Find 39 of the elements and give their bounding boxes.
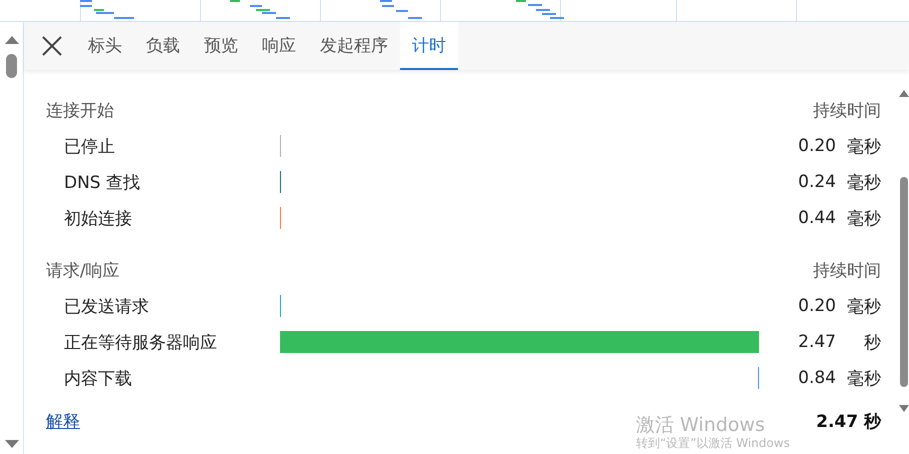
section-title: 连接开始 — [46, 100, 114, 122]
activation-notice: 激活 Windows — [636, 414, 766, 436]
scrollbar-thumb[interactable] — [900, 177, 908, 387]
tab[interactable]: 计时 — [400, 22, 458, 70]
duration-unit: 毫秒 — [846, 208, 881, 230]
tab[interactable]: 预览 — [192, 22, 250, 70]
close-icon[interactable] — [42, 36, 62, 56]
timing-label: 正在等待服务器响应 — [63, 332, 218, 354]
scroll-down-icon[interactable] — [898, 405, 908, 412]
scroll-up-icon[interactable] — [4, 36, 18, 44]
tab[interactable]: 标头 — [76, 22, 134, 70]
timing-label: 已停止 — [63, 136, 116, 158]
timing-label: DNS 查找 — [63, 172, 142, 194]
duration-value: 0.84 — [797, 368, 836, 388]
scroll-down-icon[interactable] — [4, 440, 18, 448]
tab[interactable]: 响应 — [250, 22, 308, 70]
duration-unit: 毫秒 — [846, 136, 881, 158]
duration-value: 0.20 — [797, 136, 836, 156]
timing-label: 内容下载 — [63, 368, 133, 390]
explain-link[interactable]: 解释 — [46, 410, 80, 433]
duration-unit: 秒 — [863, 332, 881, 354]
tab[interactable]: 发起程序 — [308, 22, 400, 70]
scrollbar-thumb[interactable] — [6, 54, 17, 78]
duration-value: 2.47 — [797, 332, 836, 352]
column-heading: 持续时间 — [813, 260, 881, 282]
total-duration: 2.47 秒 — [816, 411, 881, 433]
activation-hint: 转到“设置”以激活 Windows — [636, 436, 790, 450]
timing-label: 已发送请求 — [63, 296, 150, 318]
section-title: 请求/响应 — [46, 260, 120, 282]
duration-value: 0.44 — [797, 208, 836, 228]
duration-value: 0.24 — [797, 172, 836, 192]
duration-unit: 毫秒 — [846, 296, 881, 318]
duration-value: 0.20 — [797, 296, 836, 316]
timing-label: 初始连接 — [63, 208, 133, 230]
duration-unit: 毫秒 — [846, 172, 881, 194]
scroll-up-icon[interactable] — [898, 90, 908, 97]
column-heading: 持续时间 — [813, 100, 881, 122]
tab[interactable]: 负载 — [134, 22, 192, 70]
duration-unit: 毫秒 — [846, 368, 881, 390]
